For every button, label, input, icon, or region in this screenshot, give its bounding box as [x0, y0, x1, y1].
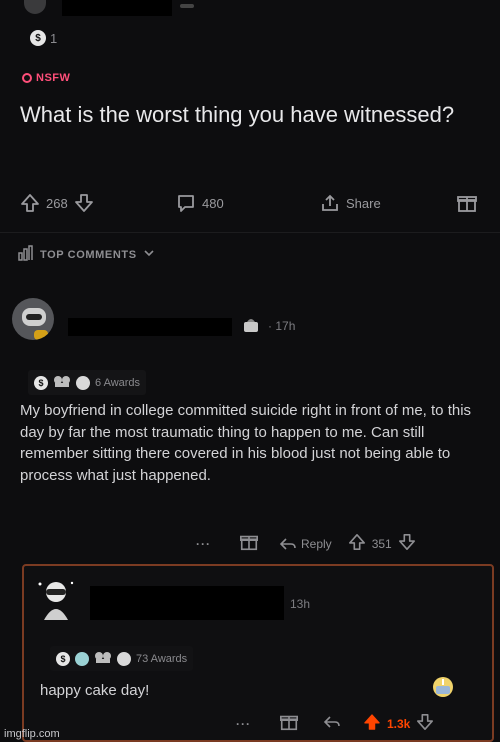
comment-icon [176, 193, 196, 213]
redacted-username [62, 0, 172, 16]
reply-action-bar: ··· 1.3k [236, 712, 434, 735]
post-meta [180, 4, 194, 8]
chevron-down-icon [143, 247, 155, 262]
reply-award-count: 73 Awards [136, 652, 188, 665]
nsfw-tag: NSFW [22, 72, 70, 84]
top-bar [0, 0, 500, 22]
divider [0, 232, 500, 233]
comment-body: My boyfriend in college committed suicid… [20, 402, 472, 484]
share-button[interactable]: Share [320, 188, 381, 218]
award-button[interactable] [456, 188, 478, 218]
post-title[interactable]: What is the worst thing you have witness… [20, 100, 480, 129]
gift-icon[interactable] [279, 712, 299, 735]
downvote-icon[interactable] [398, 533, 416, 554]
reply-icon [279, 537, 296, 550]
coin-award-icon: $ [30, 30, 46, 46]
reply-body: happy cake day! [40, 682, 150, 699]
more-options-button[interactable]: ··· [196, 537, 211, 551]
downvote-icon[interactable] [74, 193, 94, 213]
nsfw-label: NSFW [36, 72, 71, 84]
silver-award-icon [117, 651, 131, 666]
reply-timestamp: 13h [290, 597, 311, 611]
share-label: Share [346, 195, 381, 211]
upvote-icon[interactable] [348, 533, 366, 554]
wholesome-award-icon [53, 374, 71, 391]
coin-award-icon: $ [34, 375, 48, 390]
comment-vote-count: 351 [371, 536, 392, 551]
comment-award-count: 6 Awards [95, 376, 141, 389]
comment-count: 480 [202, 195, 224, 211]
redacted-username [68, 318, 232, 336]
reply-awards[interactable]: $ 73 Awards [50, 646, 194, 671]
coin-award-icon: $ [56, 651, 70, 666]
comment-timestamp: · 17h [268, 319, 296, 333]
comment-awards[interactable]: $ 6 Awards [28, 370, 147, 395]
watermark: imgflip.com [4, 728, 60, 740]
reply-icon[interactable] [323, 715, 341, 732]
reply-vote-count: 1.3k [387, 716, 411, 731]
upvote-icon[interactable] [20, 193, 40, 213]
commenter-avatar[interactable] [12, 298, 54, 340]
reply-label: Reply [301, 536, 332, 551]
comments-button[interactable]: 480 [176, 188, 224, 218]
post-vote-group: 268 [20, 188, 94, 218]
wholesome-award-icon [94, 650, 112, 667]
redacted-username [90, 586, 284, 620]
nsfw-icon [22, 73, 32, 83]
downvote-icon[interactable] [416, 713, 434, 734]
comment-action-bar: ··· Reply 351 [196, 532, 416, 555]
post-award-count: 1 [50, 30, 58, 46]
gift-icon [456, 192, 478, 214]
subreddit-icon[interactable] [24, 0, 46, 14]
sort-selector[interactable]: TOP COMMENTS [16, 244, 155, 265]
gift-icon[interactable] [239, 532, 259, 555]
reply-avatar[interactable] [36, 580, 76, 622]
silver-award-icon [76, 375, 90, 390]
more-options-button[interactable]: ··· [236, 717, 251, 731]
sort-icon [16, 244, 34, 265]
helpful-award-icon [75, 651, 89, 666]
post-vote-count: 268 [46, 195, 68, 211]
post-action-bar: 268 480 Share [20, 188, 490, 218]
sort-label: TOP COMMENTS [40, 248, 137, 261]
cake-day-icon [430, 674, 456, 698]
reply-button[interactable]: Reply [279, 537, 332, 551]
upvote-icon[interactable] [363, 713, 381, 734]
user-flair-icon [242, 316, 262, 334]
share-icon [320, 193, 340, 213]
post-awards[interactable]: $ 1 [30, 30, 57, 46]
